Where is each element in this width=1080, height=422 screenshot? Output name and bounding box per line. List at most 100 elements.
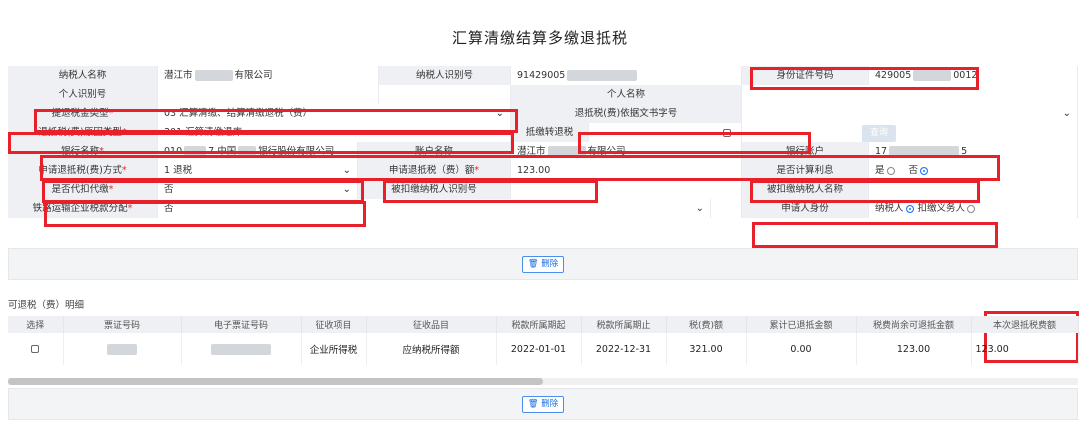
row-select-checkbox[interactable] <box>31 345 40 353</box>
applicant-radios: 纳税人 扣缴义务人 <box>869 199 1078 218</box>
account-name-label: 账户名称 <box>358 142 511 161</box>
withheld-name-field[interactable] <box>869 180 1078 199</box>
bank-name-label: 银行名称* <box>8 142 158 161</box>
query-button[interactable]: 查询 <box>862 125 897 142</box>
col-header: 选择 <box>8 316 64 333</box>
refund-basis-select[interactable]: ⌄ <box>742 104 1078 123</box>
id-doc-suffix: 0012 <box>953 70 978 81</box>
offset-label: 抵缴转退税 <box>511 123 589 142</box>
cell-remaining: 123.00 <box>856 333 972 365</box>
delete-bar-bottom: 🗑 删除 <box>8 388 1078 420</box>
redaction-blur <box>211 343 271 355</box>
interest-no-radio[interactable] <box>920 166 929 175</box>
apply-amount-input[interactable]: 123.00 <box>511 161 742 180</box>
col-header: 税款所属期起 <box>496 316 582 333</box>
id-doc-prefix: 429005 <box>875 70 912 81</box>
col-header: 税款所属期止 <box>581 316 667 333</box>
page-title: 汇算清缴结算多缴退抵税 <box>451 29 628 47</box>
railway-select[interactable]: 否 ⌄ <box>158 199 711 218</box>
interest-yes-radio[interactable] <box>886 166 895 175</box>
id-doc-label: 身份证件号码 <box>742 66 869 85</box>
this-refund-input[interactable]: 123.00 <box>971 333 1079 365</box>
taxpayer-name-suffix: 有限公司 <box>234 70 273 81</box>
highlight-box <box>752 222 998 248</box>
apply-method-select[interactable]: 1 退税 ⌄ <box>158 161 358 180</box>
personal-id-label: 个人识别号 <box>8 85 158 104</box>
scroll-thumb[interactable] <box>8 378 543 385</box>
taxpayer-name-value: 潜江市 有限公司 <box>158 66 379 85</box>
redaction-blur <box>107 343 137 355</box>
chevron-down-icon: ⌄ <box>1062 108 1071 119</box>
taxpayer-id-label: 纳税人识别号 <box>379 66 511 85</box>
col-header: 税费尚余可退抵金额 <box>856 316 972 333</box>
redaction-blur <box>913 70 952 81</box>
cell-tax: 321.00 <box>666 333 747 365</box>
chevron-down-icon: ⌄ <box>342 165 351 176</box>
refund-reason-label: 退抵税(费)原因类型* <box>8 123 158 142</box>
cell-subitem: 应纳税所得额 <box>366 333 497 365</box>
apply-method-label: 申请退抵税(费)方式* <box>8 161 158 180</box>
offset-checkbox-cell <box>589 123 742 142</box>
personal-name-label: 个人名称 <box>511 85 742 104</box>
chevron-down-icon: ⌄ <box>695 203 704 214</box>
refund-form: 纳税人名称 潜江市 有限公司 纳税人识别号 91429005 身份证件号码 429… <box>8 66 1078 218</box>
delete-button[interactable]: 🗑 删除 <box>521 396 565 413</box>
withhold-label: 是否代扣代缴* <box>8 180 158 199</box>
trash-icon: 🗑 <box>527 259 539 269</box>
bank-account-value: 17 5 <box>869 142 1078 161</box>
calc-interest-label: 是否计算利息 <box>742 161 869 180</box>
personal-name-field[interactable] <box>742 85 1078 104</box>
redaction-blur <box>194 70 233 81</box>
railway-label: 铁路运输企业税款分配* <box>8 199 158 218</box>
bank-name-select[interactable]: 010 7 中国 银行股份有限公司 ⌄ <box>158 142 358 161</box>
trash-icon: 🗑 <box>527 399 539 409</box>
cell-item: 企业所得税 <box>301 333 367 365</box>
redaction-blur <box>567 70 638 81</box>
calc-interest-radios: 是否 <box>869 161 1078 180</box>
refund-basis-label: 退抵税(费)依据文书字号 <box>511 104 742 123</box>
offset-checkbox[interactable] <box>723 128 731 137</box>
redaction-blur <box>184 146 207 157</box>
bank-account-label: 银行账户 <box>742 142 869 161</box>
col-header: 累计已退抵金额 <box>746 316 857 333</box>
horizontal-scrollbar[interactable] <box>8 378 1078 385</box>
taxpayer-name-label: 纳税人名称 <box>8 66 158 85</box>
taxpayer-name-prefix: 潜江市 <box>164 70 193 81</box>
withheld-name-label: 被扣缴纳税人名称 <box>742 180 869 199</box>
col-header: 本次退抵税费额 <box>971 316 1079 333</box>
applicant-label: 申请人身份 <box>742 199 869 218</box>
cell-refunded: 0.00 <box>746 333 857 365</box>
chevron-down-icon: ⌄ <box>342 184 351 195</box>
refund-detail-table: 选择 票证号码 电子票证号码 征收项目 征收品目 税款所属期起 税款所属期止 税… <box>8 316 1079 365</box>
applicant-taxpayer-radio[interactable] <box>905 204 914 213</box>
redaction-blur <box>889 146 960 157</box>
id-doc-value: 429005 0012 <box>869 66 1078 85</box>
account-name-value: 潜江市 有限公司 <box>511 142 742 161</box>
refund-reason-select[interactable]: 301 汇算清缴退库 ⌄ <box>158 123 511 142</box>
withheld-id-label: 被扣缴纳税人识别号 <box>358 180 511 199</box>
taxpayer-id-text: 91429005 <box>517 70 566 81</box>
chevron-down-icon: ⌄ <box>342 146 351 157</box>
apply-amount-label: 申请退抵税（费）额* <box>358 161 511 180</box>
col-header: 征收项目 <box>301 316 367 333</box>
withhold-select[interactable]: 否 ⌄ <box>158 180 358 199</box>
cell-start: 2022-01-01 <box>496 333 582 365</box>
chevron-down-icon: ⌄ <box>495 127 504 138</box>
redaction-blur <box>238 146 257 157</box>
table-header-row: 选择 票证号码 电子票证号码 征收项目 征收品目 税款所属期起 税款所属期止 税… <box>8 316 1079 333</box>
detail-section-title: 可退税（费）明细 <box>8 300 85 311</box>
col-header: 征收品目 <box>366 316 497 333</box>
refund-type-label: 提退税金类型* <box>8 104 158 123</box>
taxpayer-id-value: 91429005 <box>511 66 742 85</box>
table-row: 企业所得税 应纳税所得额 2022-01-01 2022-12-31 321.0… <box>8 333 1079 365</box>
delete-button[interactable]: 🗑 删除 <box>521 256 565 273</box>
cell-end: 2022-12-31 <box>581 333 667 365</box>
col-header: 电子票证号码 <box>181 316 302 333</box>
applicant-withholder-radio[interactable] <box>967 204 976 213</box>
refund-type-select[interactable]: 03 汇算清缴、结算清缴退税（费） ⌄ <box>158 104 511 123</box>
redaction-blur <box>547 146 586 157</box>
chevron-down-icon: ⌄ <box>495 108 504 119</box>
withheld-id-field[interactable] <box>511 180 742 199</box>
personal-id-field[interactable] <box>158 85 379 104</box>
col-header: 税(费)额 <box>666 316 747 333</box>
